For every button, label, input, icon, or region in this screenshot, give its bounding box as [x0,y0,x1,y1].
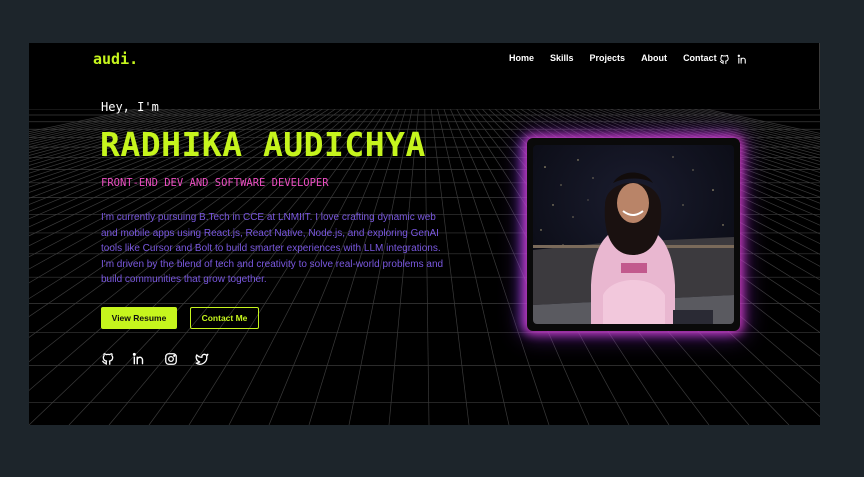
nav-link-skills[interactable]: Skills [550,53,574,63]
nav-link-contact[interactable]: Contact [683,53,717,63]
github-icon[interactable] [101,352,115,371]
profile-photo-frame [527,138,740,331]
linkedin-icon[interactable] [132,352,146,371]
nav-links: Home Skills Projects About Contact [509,53,733,63]
hero-bio: I'm currently pursuing B.Tech in CCE at … [101,212,444,285]
greeting-text: Hey, I'm [101,100,159,114]
site-logo[interactable]: audi. [93,50,138,68]
profile-photo [533,145,734,324]
hero-name: RADHIKA AUDICHYA [100,125,426,164]
instagram-icon[interactable] [164,352,178,371]
frame-edge [819,43,820,109]
view-resume-button[interactable]: View Resume [101,307,177,329]
contact-me-button[interactable]: Contact Me [190,307,259,329]
portfolio-frame: audi. Home Skills Projects About Contact… [29,43,820,425]
twitter-icon[interactable] [195,352,209,371]
nav-link-projects[interactable]: Projects [590,53,626,63]
nav-link-home[interactable]: Home [509,53,534,63]
github-icon[interactable] [719,52,730,70]
top-navbar: audi. Home Skills Projects About Contact [29,43,820,75]
nav-link-about[interactable]: About [641,53,667,63]
linkedin-icon[interactable] [737,52,748,70]
hero-role: FRONT-END DEV AND SOFTWARE DEVELOPER [101,177,329,189]
